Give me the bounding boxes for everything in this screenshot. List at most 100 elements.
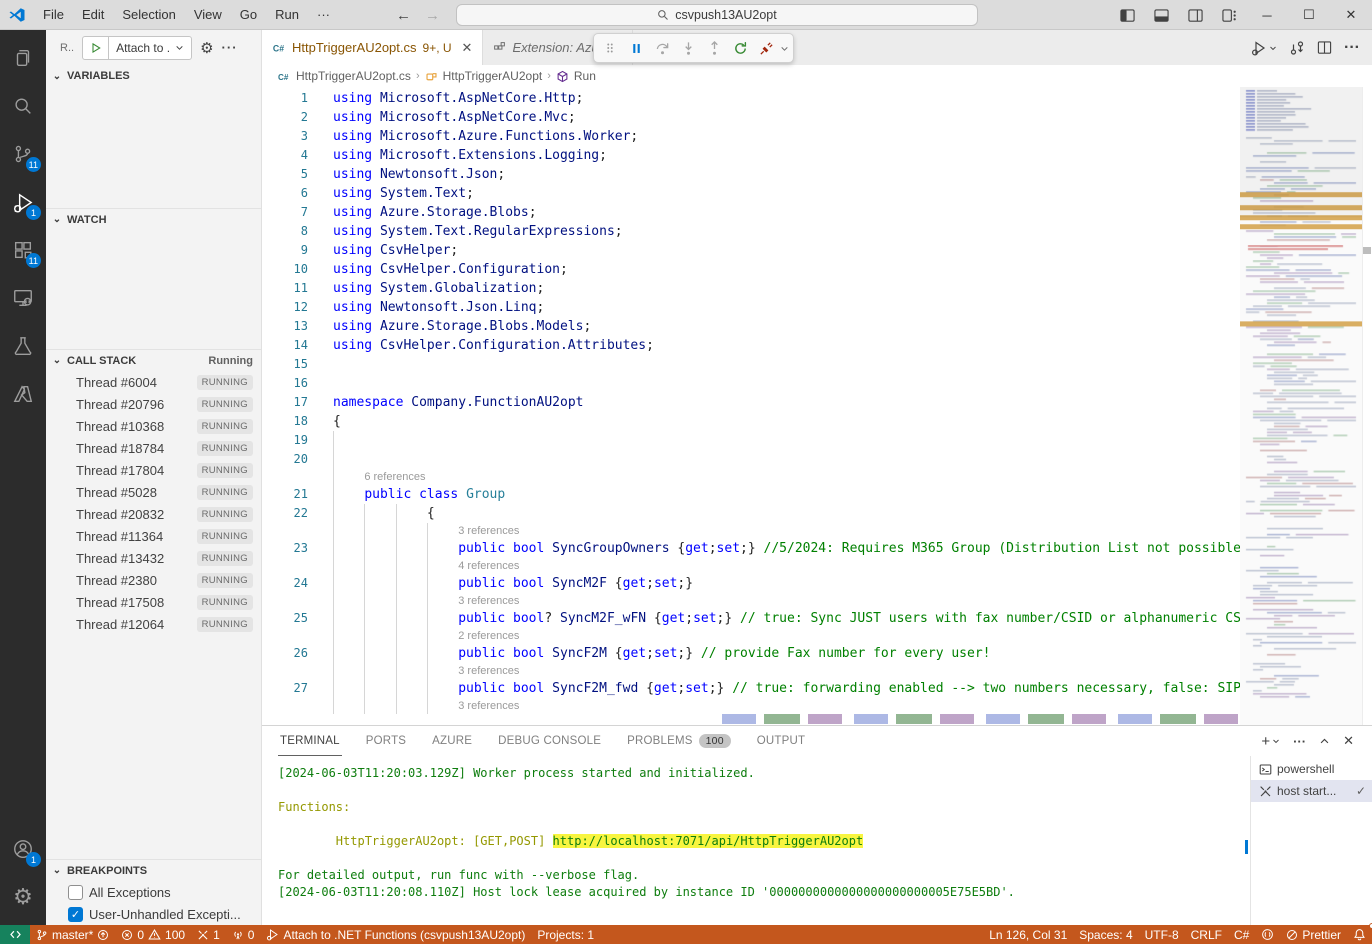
restart-button[interactable] [728,36,752,60]
command-center-search[interactable]: csvpush13AU2opt [456,4,978,26]
codelens-references-link[interactable]: 4 references [458,560,519,572]
codelens-references-link[interactable]: 6 references [364,471,425,483]
breadcrumb-member[interactable]: Run [574,69,596,83]
activity-extensions-icon[interactable]: 11 [0,226,46,274]
thread-row[interactable]: Thread #5028RUNNING [46,481,261,503]
debug-config-dropdown[interactable]: Attach to . [109,41,191,55]
minimize-button[interactable]: ─ [1246,0,1288,30]
formatter-status[interactable]: Prettier [1280,925,1347,944]
menu-selection[interactable]: Selection [113,7,184,22]
editor-scrollbar[interactable] [1362,87,1372,725]
thread-row[interactable]: Thread #2380RUNNING [46,569,261,591]
panel-tab-terminal[interactable]: TERMINAL [278,726,342,756]
activity-remote-explorer-icon[interactable] [0,274,46,322]
panel-tab-output[interactable]: OUTPUT [755,726,807,756]
tasks-status[interactable]: 1 [191,925,226,944]
terminal-list-item[interactable]: host start...✓ [1251,780,1372,802]
problems-status[interactable]: 0 100 [115,925,191,944]
activity-settings-icon[interactable]: ⚙ [0,873,46,921]
menu-run[interactable]: Run [266,7,308,22]
close-panel-icon[interactable]: ✕ [1343,733,1354,749]
thread-row[interactable]: Thread #20832RUNNING [46,503,261,525]
codelens-references-link[interactable]: 3 references [458,525,519,537]
panel-tab-problems[interactable]: PROBLEMS100 [625,726,733,756]
codelens-references-link[interactable]: 2 references [458,630,519,642]
toolbar-drag-handle[interactable] [598,36,622,60]
minimap[interactable] [1240,87,1362,725]
pause-button[interactable] [624,36,648,60]
broadcast-status[interactable]: 0 [226,925,261,944]
codelens-references-link[interactable]: 3 references [458,595,519,607]
call-stack-section-header[interactable]: ⌄CALL STACKRunning [46,349,261,371]
cursor-position-status[interactable]: Ln 126, Col 31 [983,925,1073,944]
tab-close-icon[interactable]: ✕ [462,40,473,56]
thread-row[interactable]: Thread #20796RUNNING [46,393,261,415]
tab-httptrigger[interactable]: C# HttpTriggerAU2opt.cs 9+, U ✕ [262,30,483,65]
language-mode-status[interactable]: C# [1228,925,1255,944]
menu-edit[interactable]: Edit [73,7,113,22]
nav-forward-icon[interactable]: → [425,7,440,24]
open-changes-button[interactable] [1289,40,1305,56]
maximize-panel-icon[interactable] [1319,736,1330,747]
menu-go[interactable]: Go [231,7,266,22]
menu-more[interactable]: ··· [308,7,339,22]
panel-tab-ports[interactable]: PORTS [364,726,408,756]
editor-more-actions-icon[interactable]: ··· [1344,39,1360,57]
toggle-panel-icon[interactable] [1144,0,1178,30]
thread-row[interactable]: Thread #6004RUNNING [46,371,261,393]
breadcrumb-class[interactable]: HttpTriggerAU2opt [443,69,543,83]
thread-row[interactable]: Thread #10368RUNNING [46,415,261,437]
watch-section-header[interactable]: ⌄WATCH [46,208,261,230]
thread-row[interactable]: Thread #18784RUNNING [46,437,261,459]
projects-status[interactable]: Projects: 1 [531,925,600,944]
checkbox-unchecked[interactable] [68,885,83,900]
debug-session-status[interactable]: Attach to .NET Functions (csvpush13AU2op… [260,925,531,944]
close-button[interactable]: ✕ [1330,0,1372,30]
thread-row[interactable]: Thread #17804RUNNING [46,459,261,481]
thread-row[interactable]: Thread #12064RUNNING [46,613,261,635]
debug-view-more-icon[interactable]: ··· [222,40,238,55]
notifications-bell-icon[interactable] [1347,925,1372,944]
breadcrumb-file[interactable]: HttpTriggerAU2opt.cs [296,69,411,83]
codelens-references-link[interactable]: 3 references [458,665,519,677]
variables-section-header[interactable]: ⌄VARIABLES [46,65,261,87]
activity-search-icon[interactable] [0,82,46,130]
thread-row[interactable]: Thread #17508RUNNING [46,591,261,613]
customize-layout-icon[interactable] [1212,0,1246,30]
debug-toolbar-dropdown-icon[interactable] [780,44,789,53]
encoding-status[interactable]: UTF-8 [1139,925,1185,944]
menu-file[interactable]: File [34,7,73,22]
step-out-button[interactable] [702,36,726,60]
activity-run-and-debug-icon[interactable]: 1 [0,178,46,226]
activity-azure-icon[interactable] [0,370,46,418]
thread-row[interactable]: Thread #13432RUNNING [46,547,261,569]
panel-tab-debug-console[interactable]: DEBUG CONSOLE [496,726,603,756]
debug-settings-gear-icon[interactable]: ⚙ [200,39,213,57]
indentation-status[interactable]: Spaces: 4 [1073,925,1138,944]
split-editor-button[interactable] [1317,40,1332,55]
panel-tab-azure[interactable]: AZURE [430,726,474,756]
toggle-sidebar-icon[interactable] [1110,0,1144,30]
remote-indicator[interactable] [0,925,30,944]
thread-row[interactable]: Thread #11364RUNNING [46,525,261,547]
activity-testing-icon[interactable] [0,322,46,370]
activity-accounts-icon[interactable]: 1 [0,825,46,873]
new-terminal-button[interactable]: + [1261,733,1280,750]
toggle-secondary-sidebar-icon[interactable] [1178,0,1212,30]
breakpoint-row[interactable]: All Exceptions [46,881,261,903]
terminal-list-item[interactable]: powershell [1251,758,1372,780]
checkbox-checked[interactable]: ✓ [68,907,83,922]
step-over-button[interactable] [650,36,674,60]
panel-more-actions-icon[interactable]: ··· [1293,734,1306,749]
activity-explorer-icon[interactable] [0,34,46,82]
activity-source-control-icon[interactable]: 11 [0,130,46,178]
step-into-button[interactable] [676,36,700,60]
disconnect-button[interactable] [754,36,778,60]
nav-back-icon[interactable]: ← [396,7,411,24]
terminal-output[interactable]: [2024-06-03T11:20:03.129Z] Worker proces… [262,756,1250,925]
breakpoints-section-header[interactable]: ⌄BREAKPOINTS [46,859,261,881]
breakpoint-row[interactable]: ✓User-Unhandled Excepti... [46,903,261,925]
git-branch-status[interactable]: master* [30,925,115,944]
language-status-icon[interactable] [1255,925,1280,944]
codelens-references-link[interactable]: 3 references [458,700,519,712]
